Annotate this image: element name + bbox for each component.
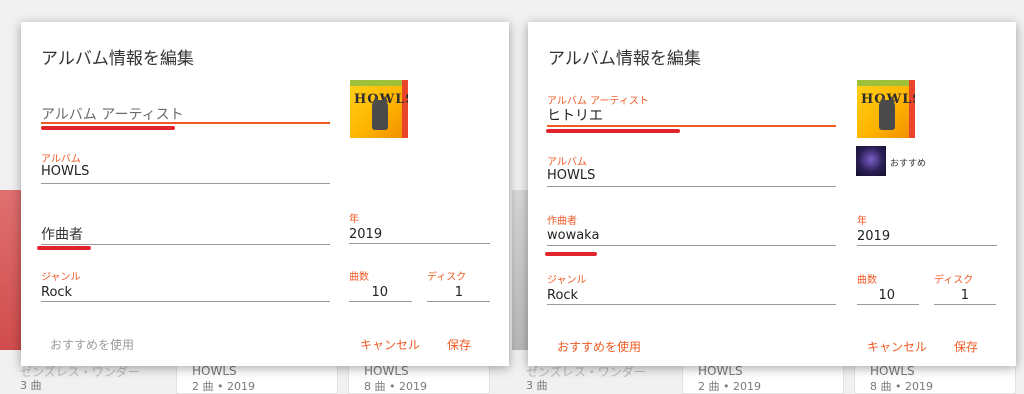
bg-title: HOWLS [364, 364, 409, 378]
track-count-value: 10 [878, 288, 895, 303]
year-label: 年 [349, 214, 359, 225]
recommended-cover-thumbnail[interactable] [856, 146, 886, 176]
field-underline [857, 304, 919, 305]
genre-field[interactable]: ジャンル Rock [547, 271, 836, 306]
red-annotation-mark [37, 246, 91, 250]
bg-title: HOWLS [698, 364, 743, 378]
track-count-value: 10 [371, 285, 388, 300]
bg-title: HOWLS [870, 364, 915, 378]
disc-value: 1 [960, 288, 969, 303]
disc-label: ディスク [427, 272, 467, 283]
field-underline [427, 301, 490, 302]
year-value: 2019 [349, 227, 383, 242]
edit-album-dialog: アルバム情報を編集 アルバム アーティスト アルバム HOWLS 作曲者 年 2… [21, 22, 509, 366]
bg-meta: 2 曲 • 2019 [698, 380, 761, 393]
save-button[interactable]: 保存 [954, 338, 978, 355]
disc-field[interactable]: ディスク 1 [427, 268, 490, 303]
album-art-background [0, 190, 22, 350]
album-artist-field[interactable]: アルバム アーティスト [41, 102, 330, 126]
album-value: HOWLS [41, 164, 90, 179]
use-recommendations-button[interactable]: おすすめを使用 [557, 338, 641, 355]
year-field[interactable]: 年 2019 [857, 212, 997, 247]
field-underline [934, 304, 996, 305]
disc-label: ディスク [934, 275, 974, 286]
dialog-title: アルバム情報を編集 [548, 49, 701, 69]
bg-title: HOWLS [192, 364, 237, 378]
bg-meta: 8 曲 • 2019 [364, 380, 427, 393]
field-underline [547, 186, 836, 187]
recommendation-label: おすすめ [890, 159, 927, 169]
wolf-illustration [372, 100, 388, 130]
field-underline [349, 301, 412, 302]
bg-meta: 3 曲 [20, 379, 42, 392]
album-artist-placeholder: アルバム アーティスト [41, 107, 184, 123]
track-count-label: 曲数 [349, 272, 369, 283]
album-artist-value: ヒトリエ [547, 108, 603, 124]
dialog-title: アルバム情報を編集 [41, 49, 194, 69]
red-annotation-mark [545, 252, 597, 256]
use-recommendations-button[interactable]: おすすめを使用 [50, 336, 134, 353]
edit-album-dialog: アルバム情報を編集 アルバム アーティスト ヒトリエ アルバム HOWLS 作曲… [528, 22, 1016, 366]
disc-field[interactable]: ディスク 1 [934, 271, 996, 306]
album-cover[interactable]: HOWLS [857, 80, 915, 138]
year-label: 年 [857, 216, 867, 227]
track-count-field[interactable]: 曲数 10 [857, 271, 919, 306]
disc-value: 1 [454, 285, 463, 300]
composer-field[interactable]: 作曲者 wowaka [547, 212, 836, 247]
composer-label: 作曲者 [547, 216, 577, 227]
composer-placeholder: 作曲者 [41, 227, 83, 243]
field-underline [857, 245, 997, 246]
red-annotation-mark [41, 126, 175, 130]
album-label: アルバム [41, 154, 81, 165]
cancel-button[interactable]: キャンセル [360, 336, 420, 353]
field-underline [547, 304, 836, 305]
genre-value: Rock [547, 288, 579, 303]
field-underline [41, 183, 330, 184]
genre-value: Rock [41, 285, 73, 300]
field-underline [41, 122, 330, 124]
genre-label: ジャンル [547, 275, 587, 286]
genre-label: ジャンル [41, 272, 81, 283]
field-underline [547, 245, 836, 246]
year-value: 2019 [857, 229, 891, 244]
album-value: HOWLS [547, 168, 596, 183]
field-underline [547, 125, 836, 127]
genre-field[interactable]: ジャンル Rock [41, 268, 330, 303]
album-field[interactable]: アルバム HOWLS [41, 150, 330, 185]
bg-meta: 8 曲 • 2019 [870, 380, 933, 393]
album-cover[interactable]: HOWLS [350, 80, 408, 138]
field-underline [41, 301, 330, 302]
wolf-illustration [879, 100, 895, 130]
cancel-button[interactable]: キャンセル [867, 338, 927, 355]
album-label: アルバム [547, 157, 587, 168]
composer-value: wowaka [547, 228, 600, 243]
bg-meta: 2 曲 • 2019 [192, 380, 255, 393]
year-field[interactable]: 年 2019 [349, 210, 490, 245]
track-count-label: 曲数 [857, 275, 877, 286]
red-annotation-mark [546, 129, 680, 133]
composer-field[interactable]: 作曲者 [41, 222, 330, 247]
album-artist-field[interactable]: アルバム アーティスト ヒトリエ [547, 92, 836, 128]
field-underline [41, 244, 330, 245]
album-field[interactable]: アルバム HOWLS [547, 153, 836, 188]
bg-meta: 3 曲 [526, 379, 548, 392]
save-button[interactable]: 保存 [447, 336, 471, 353]
field-underline [349, 243, 490, 244]
track-count-field[interactable]: 曲数 10 [349, 268, 412, 303]
